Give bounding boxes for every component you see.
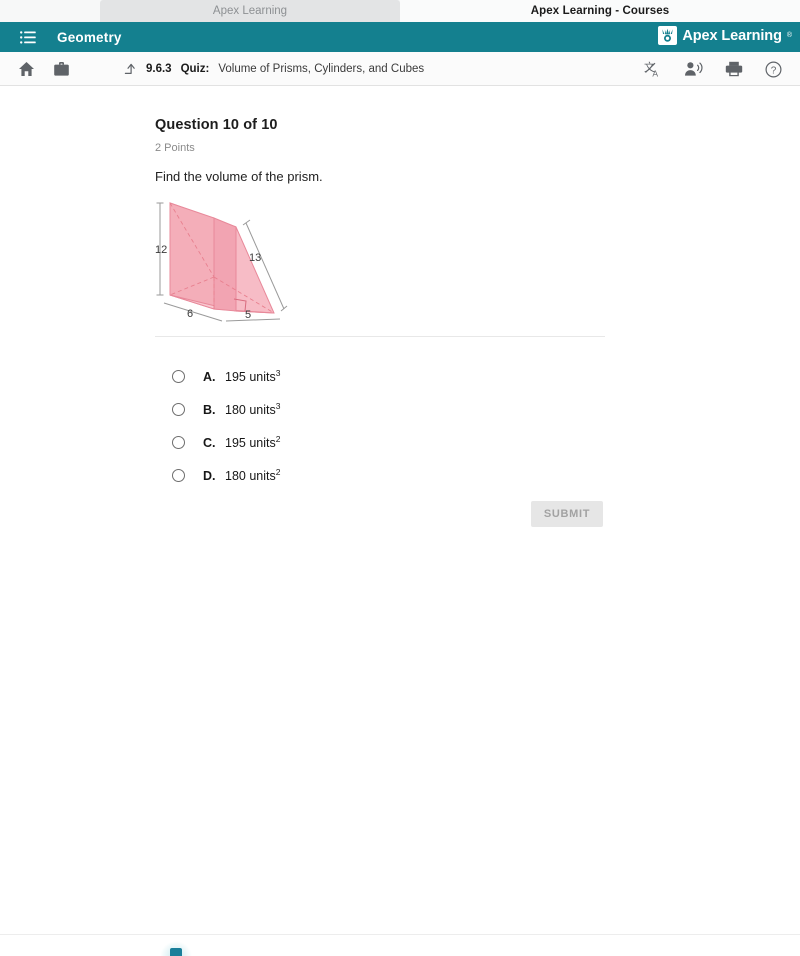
breadcrumb-kind: Quiz: (180, 63, 210, 75)
answer-letter-a: A. (203, 369, 216, 384)
arrow-up-level-icon[interactable] (124, 62, 137, 76)
lesson-toolbar: 9.6.3 Quiz: Volume of Prisms, Cylinders,… (0, 52, 800, 86)
text-to-speech-icon[interactable] (684, 61, 703, 77)
svg-text:5: 5 (245, 309, 251, 321)
apex-logo-trademark: ® (786, 32, 792, 39)
content-divider (155, 336, 605, 337)
bottom-divider (0, 934, 800, 935)
briefcase-icon[interactable] (53, 61, 70, 77)
answer-choice-a[interactable]: A. 195 units3 (172, 360, 602, 393)
answer-choice-c[interactable]: C. 195 units2 (172, 426, 602, 459)
svg-text:?: ? (771, 65, 777, 76)
answer-choice-d[interactable]: D. 180 units2 (172, 459, 602, 492)
home-icon[interactable] (18, 61, 35, 77)
answer-text-a: 195 units3 (225, 368, 281, 385)
question-points: 2 Points (155, 142, 195, 154)
browser-tab-label: Apex Learning - Courses (530, 5, 670, 17)
answer-letter-d: D. (203, 468, 216, 483)
radio-button-b[interactable] (172, 403, 185, 416)
print-icon[interactable] (725, 61, 743, 77)
answer-text-d: 180 units2 (225, 467, 281, 484)
breadcrumb: 9.6.3 Quiz: Volume of Prisms, Cylinders,… (124, 52, 424, 86)
browser-tab-inactive[interactable]: Apex Learning (100, 0, 400, 22)
apex-logo-mark-icon (658, 26, 678, 45)
breadcrumb-title: Volume of Prisms, Cylinders, and Cubes (218, 63, 425, 75)
answer-letter-b: B. (203, 402, 216, 417)
radio-button-a[interactable] (172, 370, 185, 383)
app-header-bar: Geometry Apex Learning ® (0, 22, 800, 52)
radio-button-d[interactable] (172, 469, 185, 482)
answer-text-c: 195 units2 (225, 434, 281, 451)
apex-learning-logo: Apex Learning ® (658, 26, 792, 45)
svg-text:A: A (652, 68, 658, 77)
breadcrumb-number: 9.6.3 (146, 63, 172, 75)
answer-choice-list: A. 195 units3 B. 180 units3 C. 195 units… (172, 360, 602, 492)
bottom-widget-handle[interactable] (170, 948, 182, 956)
browser-tab-label: Apex Learning (212, 5, 288, 17)
answer-choice-b[interactable]: B. 180 units3 (172, 393, 602, 426)
svg-text:12: 12 (155, 244, 167, 256)
answer-text-b: 180 units3 (225, 401, 281, 418)
radio-button-c[interactable] (172, 436, 185, 449)
help-icon[interactable]: ? (765, 60, 782, 78)
translate-icon[interactable]: 文 A (644, 61, 662, 78)
apex-logo-text: Apex Learning (682, 27, 782, 44)
svg-text:6: 6 (187, 308, 193, 320)
submit-button[interactable]: SUBMIT (531, 501, 603, 527)
svg-text:13: 13 (249, 252, 261, 264)
question-heading: Question 10 of 10 (155, 117, 278, 133)
question-prompt: Find the volume of the prism. (155, 169, 323, 184)
browser-tab-strip: Apex Learning Apex Learning - Courses (0, 0, 800, 22)
course-title: Geometry (57, 29, 122, 45)
triangular-prism-diagram: 12 13 6 5 (150, 191, 300, 331)
answer-letter-c: C. (203, 435, 216, 450)
page-root: Apex Learning Apex Learning - Courses Ge… (0, 0, 800, 956)
hamburger-menu-icon[interactable] (20, 29, 36, 45)
browser-tab-active[interactable]: Apex Learning - Courses (400, 0, 800, 22)
